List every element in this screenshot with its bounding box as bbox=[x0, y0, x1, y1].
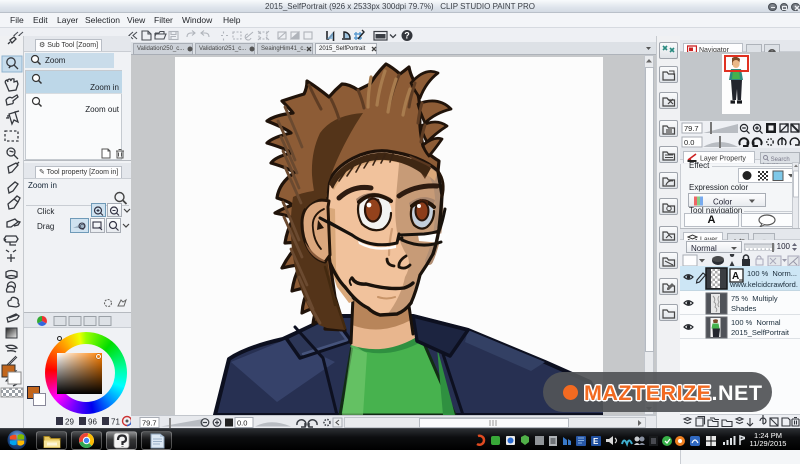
svg-text:2015_SelfPortrait: 2015_SelfPortrait bbox=[731, 328, 790, 337]
svg-text:?: ? bbox=[404, 31, 410, 41]
svg-text:Shades: Shades bbox=[731, 304, 757, 313]
svg-text:79.7: 79.7 bbox=[684, 124, 699, 133]
svg-text:E: E bbox=[593, 437, 599, 446]
svg-text:75 % Multiply: 75 % Multiply bbox=[731, 294, 778, 303]
svg-text:79.7: 79.7 bbox=[142, 419, 157, 428]
svg-text:96: 96 bbox=[88, 418, 97, 427]
svg-text:www.kelcidcrawford.: www.kelcidcrawford. bbox=[729, 280, 798, 289]
svg-text:100 % Norm...: 100 % Norm... bbox=[747, 269, 797, 278]
svg-text:0.0: 0.0 bbox=[237, 419, 247, 428]
svg-text:0.0: 0.0 bbox=[684, 138, 694, 147]
svg-text:100 % Normal: 100 % Normal bbox=[731, 318, 781, 327]
svg-text:29: 29 bbox=[65, 418, 74, 427]
svg-text:Q: Q bbox=[80, 225, 85, 231]
svg-text:71: 71 bbox=[111, 418, 120, 427]
